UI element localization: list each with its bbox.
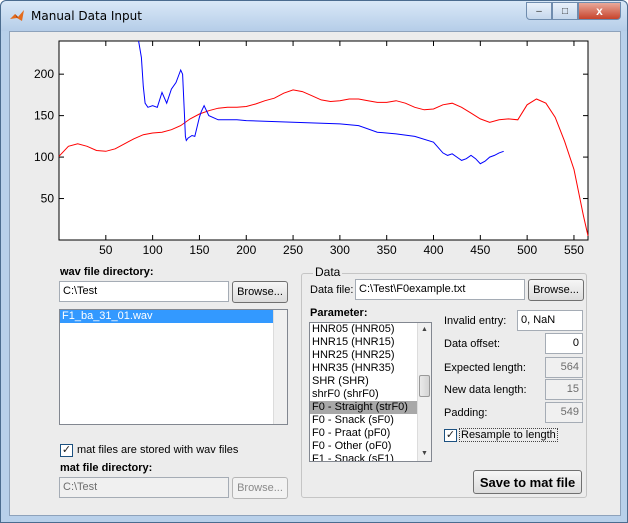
close-icon: x (596, 4, 603, 18)
y-tick-label: 50 (41, 192, 55, 206)
x-tick-label: 250 (283, 243, 303, 257)
y-tick-label: 150 (34, 109, 54, 123)
parameter-item[interactable]: F0 - Other (oF0) (310, 440, 417, 453)
expected-length-label: Expected length: (444, 362, 526, 374)
mat-dir-label: mat file directory: (60, 462, 153, 474)
scrollbar-thumb[interactable] (419, 375, 430, 397)
minimize-button[interactable]: – (526, 2, 552, 20)
x-tick-label: 400 (423, 243, 443, 257)
app-window: Manual Data Input – □ x 50 100 150 200 250 30… (0, 0, 628, 523)
close-button[interactable]: x (578, 2, 621, 20)
resample-checkbox[interactable]: ✓ (444, 429, 457, 442)
x-tick-label: 300 (330, 243, 350, 257)
parameter-item[interactable]: F0 - Praat (pF0) (310, 427, 417, 440)
parameter-scrollbar[interactable]: ▲ ▼ (417, 323, 431, 461)
parameter-item[interactable]: F0 - Snack (sF0) (310, 414, 417, 427)
y-tick-label: 200 (34, 67, 54, 81)
scroll-up-icon[interactable]: ▲ (418, 323, 431, 336)
parameter-item[interactable]: HNR35 (HNR35) (310, 362, 417, 375)
x-tick-label: 50 (99, 243, 113, 257)
parameter-item[interactable]: HNR15 (HNR15) (310, 336, 417, 349)
wav-list-scrollbar[interactable] (273, 310, 287, 424)
data-offset-label: Data offset: (444, 338, 501, 350)
x-tick-label: 550 (564, 243, 584, 257)
data-offset-input[interactable]: 0 (545, 333, 583, 354)
x-tick-label: 350 (377, 243, 397, 257)
wav-file-list[interactable]: F1_ba_31_01.wav (59, 309, 288, 425)
new-length-label: New data length: (444, 384, 527, 396)
mat-with-wav-label: mat files are stored with wav files (77, 444, 239, 456)
title-bar[interactable]: Manual Data Input – □ x (1, 1, 627, 31)
parameter-item[interactable]: HNR25 (HNR25) (310, 349, 417, 362)
minimize-icon: – (536, 5, 542, 17)
data-browse-button[interactable]: Browse... (528, 279, 584, 301)
parameter-list[interactable]: HNR05 (HNR05) HNR15 (HNR15) HNR25 (HNR25) H… (309, 322, 432, 462)
scroll-down-icon[interactable]: ▼ (418, 447, 431, 460)
parameter-item[interactable]: shrF0 (shrF0) (310, 388, 417, 401)
resample-label: Resample to length (459, 428, 558, 442)
wav-dir-input[interactable]: C:\Test (59, 281, 229, 302)
x-tick-label: 200 (236, 243, 256, 257)
figure-client-area: 50 100 150 200 250 300 350 400 450 500 550 50 100 150… (9, 31, 621, 516)
parameter-label: Parameter: (310, 307, 368, 319)
x-tick-label: 500 (517, 243, 537, 257)
parameter-item[interactable]: F0 - Straight (strF0) (310, 401, 417, 414)
mat-dir-input[interactable]: C:\Test (59, 477, 229, 498)
parameter-item[interactable]: SHR (SHR) (310, 375, 417, 388)
x-tick-label: 150 (189, 243, 209, 257)
invalid-entry-label: Invalid entry: (444, 315, 507, 327)
data-group-title: Data (313, 265, 343, 279)
y-tick-label: 100 (34, 150, 54, 164)
plot-axes-box (58, 40, 589, 241)
wav-file-item[interactable]: F1_ba_31_01.wav (60, 310, 273, 323)
maximize-icon: □ (561, 5, 569, 17)
parameter-item[interactable]: HNR05 (HNR05) (310, 323, 417, 336)
parameter-item[interactable]: F1 - Snack (sF1) (310, 453, 417, 461)
data-file-input[interactable]: C:\Test\F0example.txt (355, 279, 525, 300)
save-mat-button[interactable]: Save to mat file (473, 470, 582, 494)
x-tick-label: 450 (470, 243, 490, 257)
new-length-value: 15 (545, 379, 583, 400)
x-tick-label: 100 (143, 243, 163, 257)
maximize-button[interactable]: □ (552, 2, 578, 20)
data-file-label: Data file: (310, 284, 354, 296)
window-title: Manual Data Input (31, 9, 142, 23)
invalid-entry-input[interactable]: 0, NaN (517, 310, 583, 331)
mat-with-wav-checkbox[interactable]: ✓ (60, 444, 73, 457)
padding-value: 549 (545, 402, 583, 423)
mat-browse-button[interactable]: Browse... (232, 477, 288, 499)
wav-browse-button[interactable]: Browse... (232, 281, 288, 303)
padding-label: Padding: (444, 407, 488, 419)
matlab-icon (10, 10, 24, 21)
expected-length-value: 564 (545, 357, 583, 378)
wav-dir-label: wav file directory: (60, 266, 154, 278)
signal-plot[interactable]: 50 100 150 200 250 300 350 400 450 500 550 50 100 150… (10, 32, 620, 272)
